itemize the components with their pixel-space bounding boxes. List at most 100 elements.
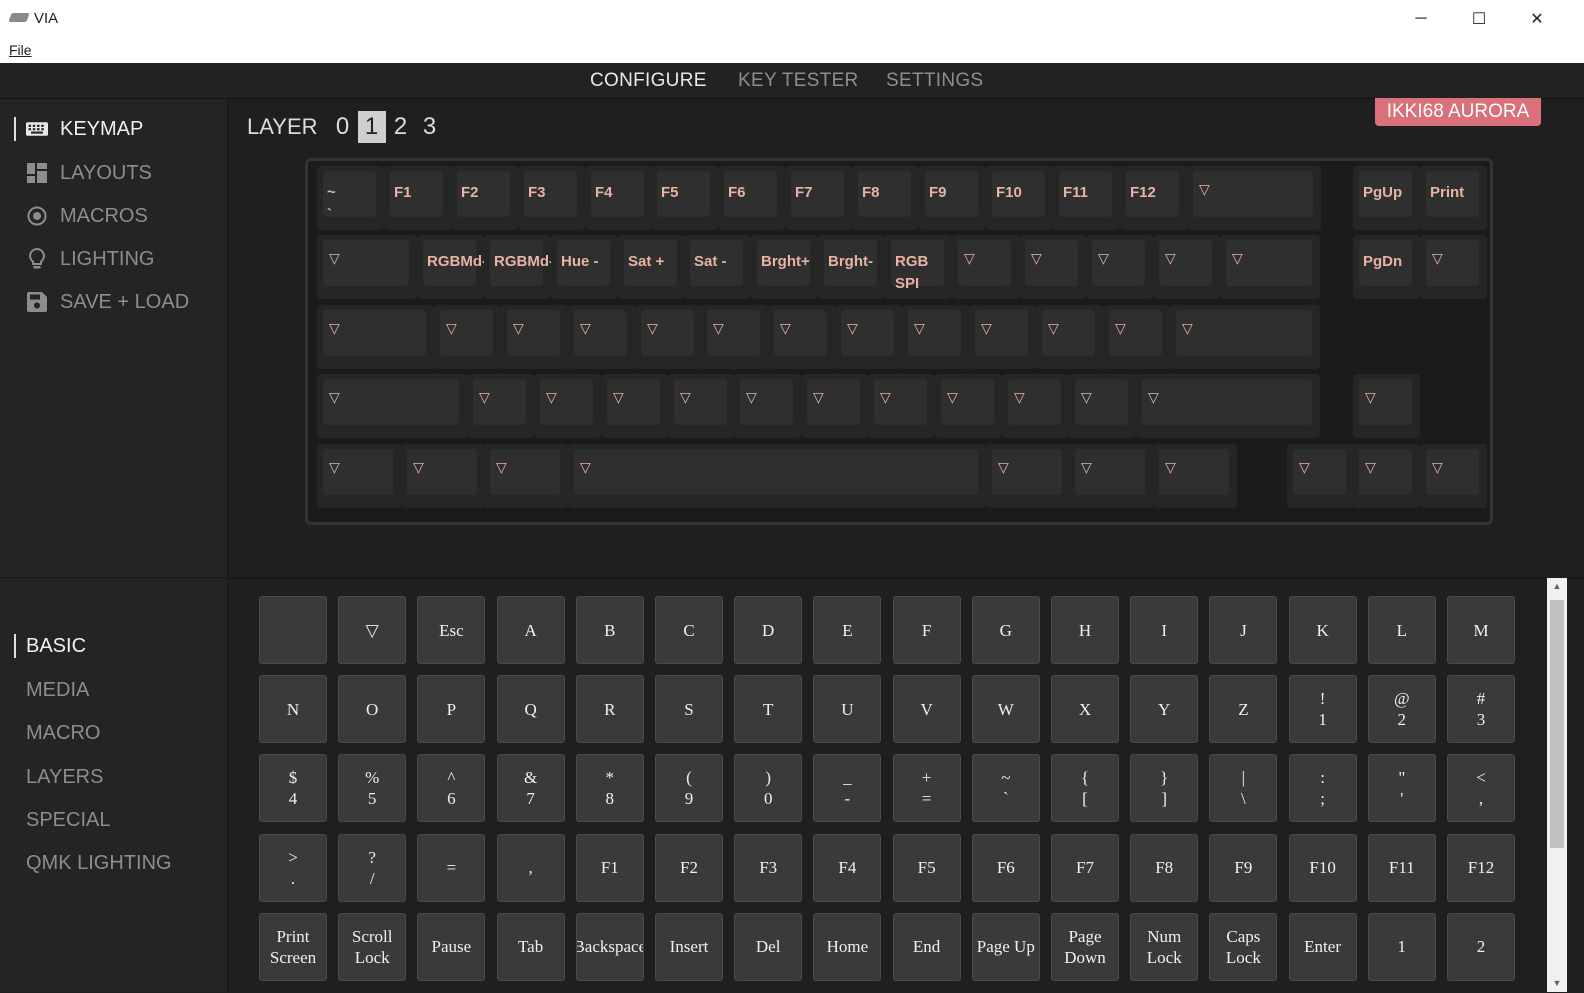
keycode-button[interactable]: E bbox=[813, 596, 882, 664]
keycode-button[interactable]: Home bbox=[813, 912, 882, 981]
category-macro[interactable]: MACRO bbox=[26, 722, 100, 745]
keycode-button[interactable]: T bbox=[734, 675, 803, 744]
keycode-button[interactable]: Insert bbox=[655, 912, 723, 981]
sidebar-item-lighting[interactable]: LIGHTING bbox=[0, 244, 154, 274]
keycode-button[interactable]: > . bbox=[259, 833, 327, 902]
keycode-button[interactable]: " ' bbox=[1367, 754, 1436, 823]
sidebar-item-save-load[interactable]: SAVE + LOAD bbox=[0, 287, 189, 317]
keycode-button[interactable]: M bbox=[1447, 596, 1515, 664]
sidebar-item-keymap[interactable]: KEYMAP bbox=[0, 114, 143, 144]
keyboard-key[interactable]: F10 bbox=[986, 166, 1053, 230]
keyboard-key[interactable]: ▽ bbox=[401, 444, 485, 508]
keyboard-key[interactable]: ▽ bbox=[568, 305, 635, 369]
keycode-button[interactable]: A bbox=[496, 596, 565, 664]
keycode-button[interactable]: U bbox=[813, 675, 882, 744]
keyboard-key[interactable]: ▽ bbox=[1220, 235, 1320, 299]
category-media[interactable]: MEDIA bbox=[26, 679, 89, 702]
keycode-button[interactable]: Y bbox=[1130, 675, 1199, 744]
tab-configure[interactable]: CONFIGURE bbox=[590, 70, 707, 92]
keyboard-key[interactable]: ▽ bbox=[835, 305, 902, 369]
keycode-button[interactable]: F1 bbox=[575, 833, 644, 902]
keyboard-key[interactable]: ▽ bbox=[801, 374, 868, 438]
keyboard-key[interactable]: ▽ bbox=[1170, 305, 1320, 369]
keycode-button[interactable]: _ - bbox=[813, 754, 882, 823]
keyboard-key[interactable]: ▽ bbox=[1287, 444, 1354, 508]
keycode-button[interactable]: F11 bbox=[1367, 833, 1436, 902]
category-qmk-lighting[interactable]: QMK LIGHTING bbox=[26, 852, 172, 875]
keyboard-key[interactable]: ▽ bbox=[902, 305, 969, 369]
keyboard-key[interactable]: ▽ bbox=[1153, 444, 1237, 508]
sidebar-item-layouts[interactable]: LAYOUTS bbox=[0, 158, 152, 188]
scrollbar[interactable]: ▲ ▼ bbox=[1547, 578, 1567, 992]
keycode-button[interactable]: ^ 6 bbox=[417, 754, 486, 823]
keyboard-key[interactable]: PgDn bbox=[1353, 235, 1420, 299]
keycode-button[interactable]: Print Screen bbox=[259, 912, 327, 981]
keycode-button[interactable]: ( 9 bbox=[655, 754, 723, 823]
keycode-button[interactable]: F bbox=[892, 596, 961, 664]
keyboard-key[interactable]: ▽ bbox=[1002, 374, 1069, 438]
keyboard-key[interactable]: ▽ bbox=[1086, 235, 1153, 299]
keyboard-key[interactable]: ▽ bbox=[668, 374, 735, 438]
keycode-button[interactable]: S bbox=[655, 675, 723, 744]
scroll-down-arrow-icon[interactable]: ▼ bbox=[1547, 975, 1567, 992]
menu-file[interactable]: File bbox=[9, 42, 32, 58]
keyboard-key[interactable]: ▽ bbox=[534, 374, 601, 438]
keyboard-key[interactable]: ▽ bbox=[434, 305, 501, 369]
keycode-button[interactable]: | \ bbox=[1209, 754, 1278, 823]
keyboard-key[interactable]: ▽ bbox=[467, 374, 534, 438]
keyboard-key[interactable]: F3 bbox=[518, 166, 585, 230]
keycode-button[interactable]: D bbox=[734, 596, 803, 664]
keycode-button[interactable]: F9 bbox=[1209, 833, 1278, 902]
keyboard-key[interactable]: ▽ bbox=[986, 444, 1070, 508]
keyboard-key[interactable]: ▽ bbox=[484, 444, 568, 508]
keyboard-key[interactable]: Print bbox=[1420, 166, 1487, 230]
keycode-button[interactable]: V bbox=[892, 675, 961, 744]
keycode-button[interactable]: Page Up bbox=[971, 912, 1040, 981]
keycode-button[interactable]: J bbox=[1209, 596, 1278, 664]
keyboard-key[interactable]: F2 bbox=[451, 166, 518, 230]
keycode-button[interactable]: F5 bbox=[892, 833, 961, 902]
keyboard-key[interactable]: Sat + bbox=[618, 235, 685, 299]
keycode-button[interactable]: F2 bbox=[655, 833, 723, 902]
keycode-button[interactable]: N bbox=[259, 675, 327, 744]
keycode-button[interactable]: : ; bbox=[1288, 754, 1357, 823]
keyboard-key[interactable]: ▽ bbox=[317, 235, 417, 299]
keyboard-key[interactable]: F12 bbox=[1120, 166, 1187, 230]
keycode-button[interactable]: 1 bbox=[1367, 912, 1436, 981]
keycode-button[interactable]: ! 1 bbox=[1288, 675, 1357, 744]
keycode-button[interactable]: P bbox=[417, 675, 486, 744]
keyboard-key[interactable]: ▽ bbox=[501, 305, 568, 369]
layer-3-button[interactable]: 3 bbox=[416, 111, 444, 143]
keyboard-key[interactable]: ▽ bbox=[568, 444, 986, 508]
keycode-button[interactable]: B bbox=[575, 596, 644, 664]
keyboard-key[interactable]: ▽ bbox=[969, 305, 1036, 369]
keyboard-key[interactable]: ▽ bbox=[952, 235, 1019, 299]
keyboard-key[interactable]: Brght- bbox=[818, 235, 885, 299]
keycode-button[interactable]: F12 bbox=[1447, 833, 1515, 902]
keycode-button[interactable]: Scroll Lock bbox=[338, 912, 407, 981]
keycode-button[interactable]: 2 bbox=[1447, 912, 1515, 981]
keyboard-key[interactable]: ▽ bbox=[701, 305, 768, 369]
keyboard-key[interactable]: ▽ bbox=[1036, 305, 1103, 369]
category-layers[interactable]: LAYERS bbox=[26, 766, 103, 789]
keycode-button[interactable]: R bbox=[575, 675, 644, 744]
keycode-button[interactable]: K bbox=[1288, 596, 1357, 664]
keycode-button[interactable]: C bbox=[655, 596, 723, 664]
keyboard-key[interactable]: RGBMd- bbox=[417, 235, 487, 299]
keyboard-key[interactable]: ▽ bbox=[935, 374, 1002, 438]
keyboard-key[interactable]: ▽ bbox=[1420, 444, 1487, 508]
keyboard-key[interactable]: F5 bbox=[651, 166, 718, 230]
keyboard-key[interactable]: F11 bbox=[1053, 166, 1120, 230]
category-special[interactable]: SPECIAL bbox=[26, 809, 110, 832]
keycode-button[interactable]: * 8 bbox=[575, 754, 644, 823]
keyboard-key[interactable]: Hue - bbox=[551, 235, 618, 299]
keyboard-key[interactable]: ▽ bbox=[768, 305, 835, 369]
maximize-button[interactable]: ☐ bbox=[1456, 0, 1502, 38]
category-basic[interactable]: BASIC bbox=[26, 635, 86, 658]
keycode-button[interactable]: $ 4 bbox=[259, 754, 327, 823]
keycode-button[interactable]: Enter bbox=[1288, 912, 1357, 981]
keyboard-key[interactable]: ▽ bbox=[317, 374, 467, 438]
keycode-button[interactable]: G bbox=[971, 596, 1040, 664]
keycode-button[interactable]: L bbox=[1367, 596, 1436, 664]
keyboard-key[interactable]: F4 bbox=[585, 166, 652, 230]
